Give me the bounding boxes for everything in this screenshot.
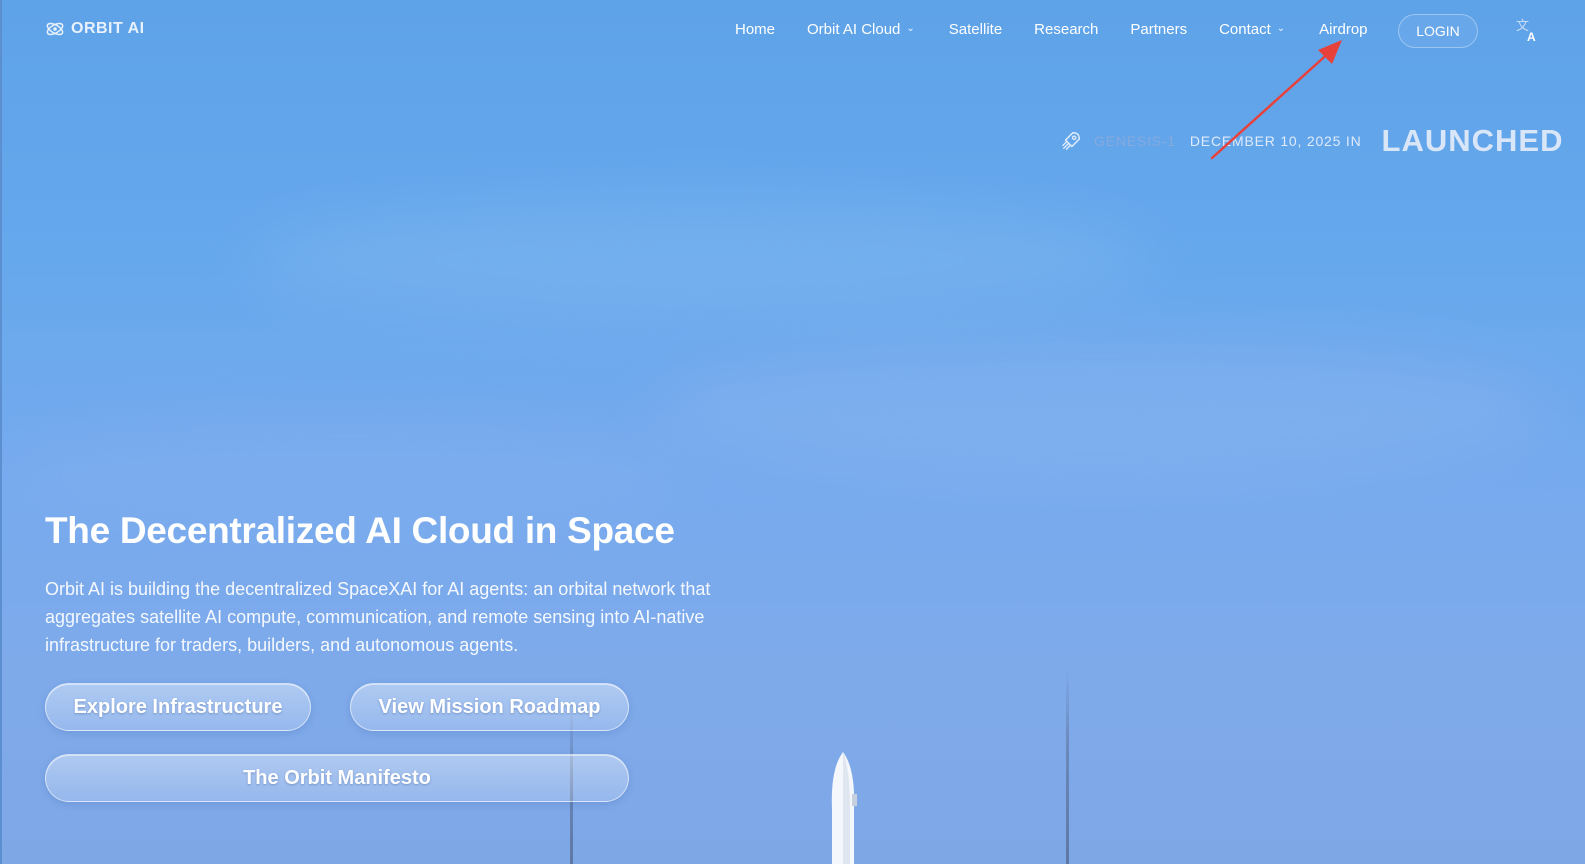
hero-title: The Decentralized AI Cloud in Space <box>45 510 675 551</box>
nav-item-satellite[interactable]: Satellite <box>949 21 1002 38</box>
nav-menu: Home Orbit AI Cloud ⌄ Satellite Research… <box>735 21 1368 38</box>
sky-haze <box>650 340 1550 480</box>
nav-item-label: Partners <box>1130 21 1188 38</box>
nav-item-label: Airdrop <box>1319 21 1368 38</box>
nav-item-label: Home <box>735 21 776 38</box>
orbit-satellite-icon <box>46 22 64 36</box>
chevron-down-icon: ⌄ <box>1276 23 1286 34</box>
top-navigation: ORBIT AI Home Orbit AI Cloud ⌄ Satellite… <box>0 0 1585 62</box>
nav-item-airdrop[interactable]: Airdrop <box>1319 21 1367 38</box>
launch-date: DECEMBER 10, 2025 IN <box>1189 133 1362 149</box>
mission-name: GENESIS-1 <box>1094 133 1176 149</box>
chevron-down-icon: ⌄ <box>906 23 915 34</box>
window-edge <box>0 0 2 864</box>
launch-status: GENESIS-1 DECEMBER 10, 2025 IN LAUNCHED <box>1060 123 1564 158</box>
nav-item-contact[interactable]: Contact ⌄ <box>1219 21 1285 38</box>
nav-item-label: Research <box>1034 21 1099 38</box>
hero-description: Orbit AI is building the decentralized S… <box>45 579 711 655</box>
login-button[interactable]: LOGIN <box>1398 14 1478 48</box>
svg-text:A: A <box>1527 30 1536 43</box>
nav-item-label: Orbit AI Cloud <box>807 21 901 38</box>
rocket-image <box>831 752 857 864</box>
launch-state: LAUNCHED <box>1381 123 1564 158</box>
launch-tower <box>1066 668 1069 864</box>
brand-name: ORBIT AI <box>71 20 145 37</box>
nav-item-label: Satellite <box>948 21 1003 38</box>
orbit-manifesto-button[interactable]: The Orbit Manifesto <box>45 754 629 802</box>
sky-haze <box>250 200 1150 320</box>
nav-item-label: Contact <box>1219 21 1271 38</box>
brand-logo[interactable]: ORBIT AI <box>45 20 145 38</box>
rocket-icon <box>1062 132 1080 150</box>
nav-item-orbit-ai-cloud[interactable]: Orbit AI Cloud ⌄ <box>807 21 915 38</box>
translate-icon[interactable]: 文 A <box>1515 17 1539 43</box>
view-mission-roadmap-button[interactable]: View Mission Roadmap <box>350 683 629 731</box>
page: ORBIT AI Home Orbit AI Cloud ⌄ Satellite… <box>0 0 1585 864</box>
explore-infrastructure-button[interactable]: Explore Infrastructure <box>45 683 311 731</box>
nav-item-research[interactable]: Research <box>1034 21 1098 38</box>
nav-item-home[interactable]: Home <box>735 21 775 38</box>
nav-item-partners[interactable]: Partners <box>1130 21 1187 38</box>
